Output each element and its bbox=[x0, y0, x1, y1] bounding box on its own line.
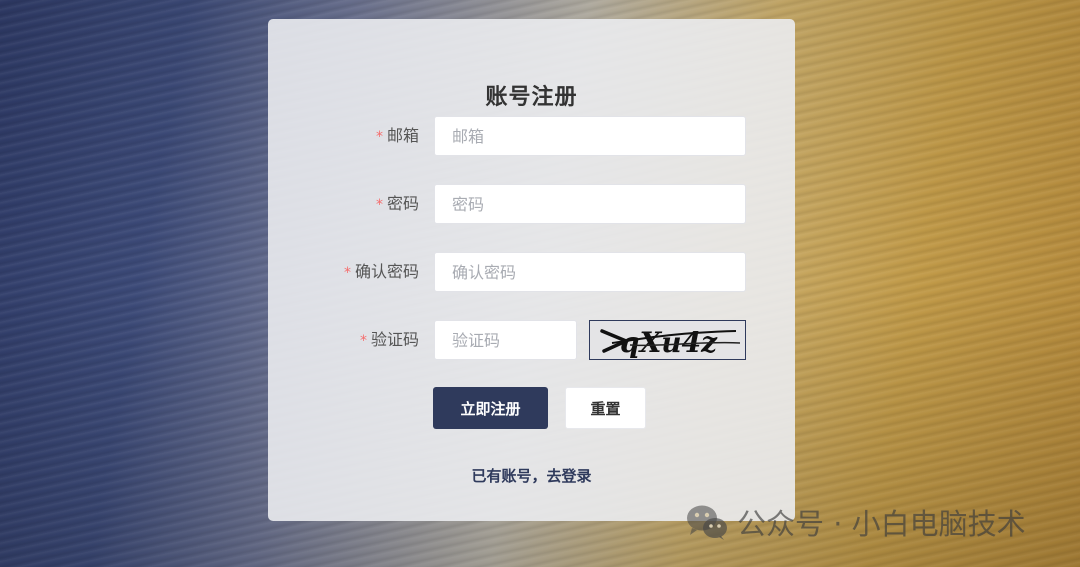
confirm-password-label-text: 确认密码 bbox=[354, 262, 419, 281]
captcha-image[interactable]: qXu4z bbox=[589, 320, 746, 360]
captcha-drawing: qXu4z bbox=[600, 326, 741, 359]
captcha-label-text: 验证码 bbox=[370, 330, 419, 349]
password-label: * 密码 bbox=[376, 184, 419, 224]
captcha-label: * 验证码 bbox=[360, 320, 419, 360]
confirm-password-row: * 确认密码 bbox=[268, 252, 795, 292]
wechat-icon bbox=[687, 505, 727, 540]
email-label-text: 邮箱 bbox=[386, 126, 419, 145]
email-row: * 邮箱 bbox=[268, 116, 795, 156]
register-card: 账号注册 *邮箱 *密码 *确认密码 *验证码 qXu4z bbox=[268, 19, 795, 521]
password-row: * 密码 bbox=[268, 184, 795, 224]
required-mark: * bbox=[375, 129, 383, 145]
watermark-text: 公众号 · 小白电脑技术 bbox=[737, 507, 1026, 541]
register-button[interactable]: 立即注册 bbox=[433, 387, 548, 429]
watermark: 公众号 · 小白电脑技术 bbox=[685, 500, 1026, 544]
confirm-password-label: * 确认密码 bbox=[344, 252, 419, 292]
required-mark: * bbox=[375, 197, 383, 213]
required-mark: * bbox=[343, 265, 351, 281]
required-mark: * bbox=[359, 333, 367, 349]
form-title: 账号注册 bbox=[485, 85, 578, 110]
password-label-text: 密码 bbox=[386, 194, 419, 213]
password-input[interactable] bbox=[434, 184, 746, 224]
email-input[interactable] bbox=[434, 116, 746, 156]
email-label: * 邮箱 bbox=[376, 116, 419, 156]
captcha-row: *验证码 qXu4z bbox=[268, 320, 795, 360]
captcha-input[interactable] bbox=[434, 320, 577, 360]
confirm-password-input[interactable] bbox=[434, 252, 746, 292]
login-link[interactable]: 已有账号，去登录 bbox=[268, 465, 795, 486]
reset-button[interactable]: 重置 bbox=[565, 387, 646, 429]
